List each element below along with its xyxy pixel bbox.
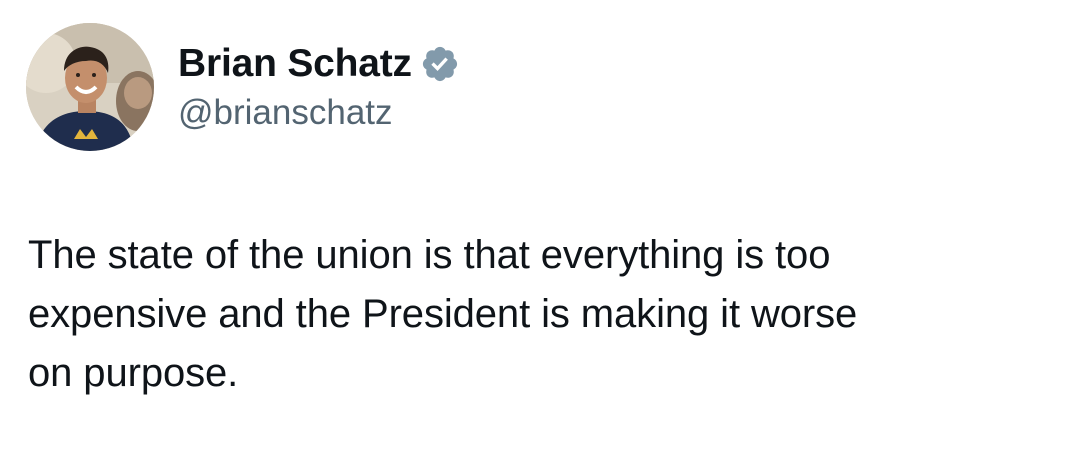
tweet-text-line: expensive and the President is making it…: [28, 292, 858, 336]
author-name-row: Brian Schatz: [178, 40, 460, 88]
avatar-photo: [26, 23, 154, 151]
verified-badge-icon: [420, 44, 460, 84]
tweet-text-line: The state of the union is that everythin…: [28, 233, 831, 277]
author-avatar[interactable]: [26, 23, 154, 151]
author-handle[interactable]: @brianschatz: [178, 91, 393, 135]
tweet-card: Brian Schatz @brianschatz The state of t…: [0, 0, 1080, 460]
tweet-text-line: on purpose.: [28, 351, 239, 395]
tweet-text: The state of the union is that everythin…: [28, 226, 1068, 403]
author-display-name[interactable]: Brian Schatz: [178, 40, 412, 88]
